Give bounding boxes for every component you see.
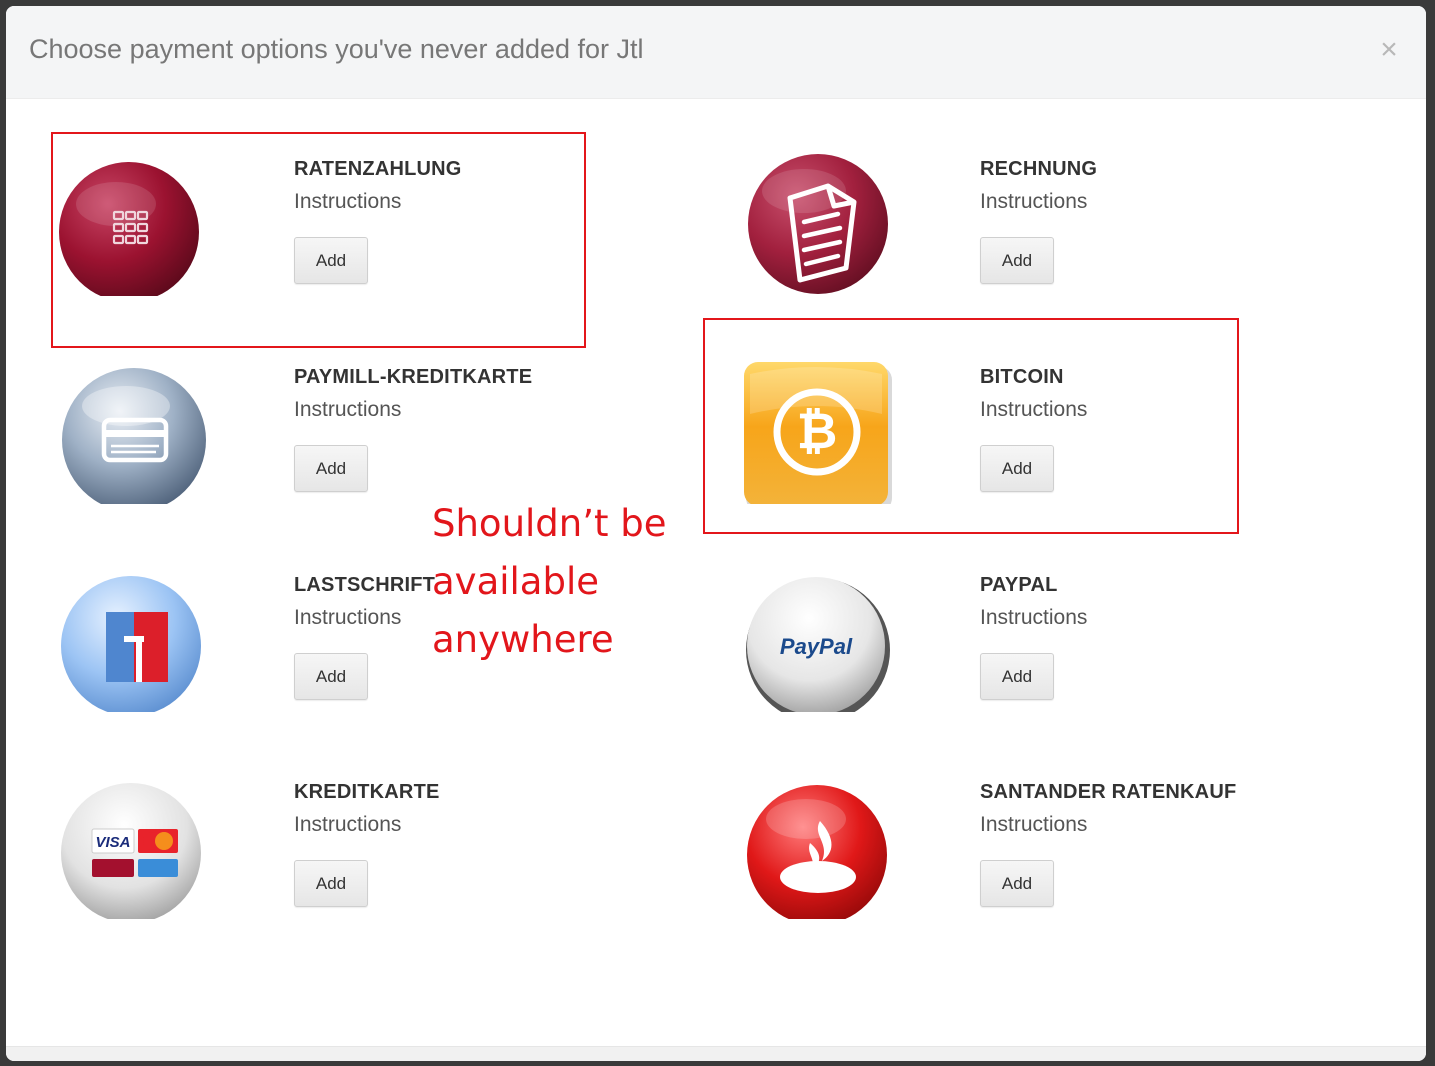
annotation-line: anywhere [432,618,614,661]
option-name: PAYMILL-KREDITKARTE [294,366,533,388]
option-name: LASTSCHRIFT [294,574,436,596]
instructions-link[interactable]: Instructions [294,398,401,422]
card-brands-icon: VISA [61,783,201,919]
close-button[interactable]: × [1374,30,1404,70]
add-button[interactable]: Add [980,237,1054,284]
annotation-note: Shouldn’t be available anywhere [432,495,732,669]
annotation-line: available [432,560,600,603]
credit-card-icon [62,368,206,504]
instructions-link[interactable]: Instructions [294,813,401,837]
payment-option-rechnung: RECHNUNG Instructions Add [742,146,1402,326]
highlight-box-ratenzahlung [51,132,586,348]
add-button[interactable]: Add [294,653,368,700]
add-button[interactable]: Add [294,860,368,907]
instructions-link[interactable]: Instructions [980,606,1087,630]
option-name: PAYPAL [980,574,1058,596]
add-button[interactable]: Add [980,653,1054,700]
instructions-link[interactable]: Instructions [980,813,1087,837]
option-name: RECHNUNG [980,158,1098,180]
paypal-logo-text: PayPal [780,634,853,659]
option-name: SANTANDER RATENKAUF [980,781,1237,803]
visa-logo-text: VISA [95,834,130,851]
ec-icon [61,576,201,712]
payment-option-paypal: PayPal PAYPAL Instructions Add [742,562,1402,742]
instructions-link[interactable]: Instructions [980,190,1087,214]
add-button[interactable]: Add [980,860,1054,907]
document-icon [748,154,888,294]
dialog-title: Choose payment options you've never adde… [29,34,644,64]
payment-option-santander-ratenkauf: SANTANDER RATENKAUF Instructions Add [742,769,1402,949]
option-name: KREDITKARTE [294,781,440,803]
instructions-link[interactable]: Instructions [294,606,401,630]
dialog-footer [6,1046,1426,1061]
dialog-header: Choose payment options you've never adde… [6,6,1426,99]
payment-option-kreditkarte: VISA KREDITKARTE Instructions Add [56,769,716,949]
highlight-box-bitcoin [703,318,1239,534]
add-button[interactable]: Add [294,445,368,492]
annotation-line: Shouldn’t be [432,502,667,545]
paypal-icon: PayPal [746,577,890,712]
santander-flame-icon [747,785,887,919]
